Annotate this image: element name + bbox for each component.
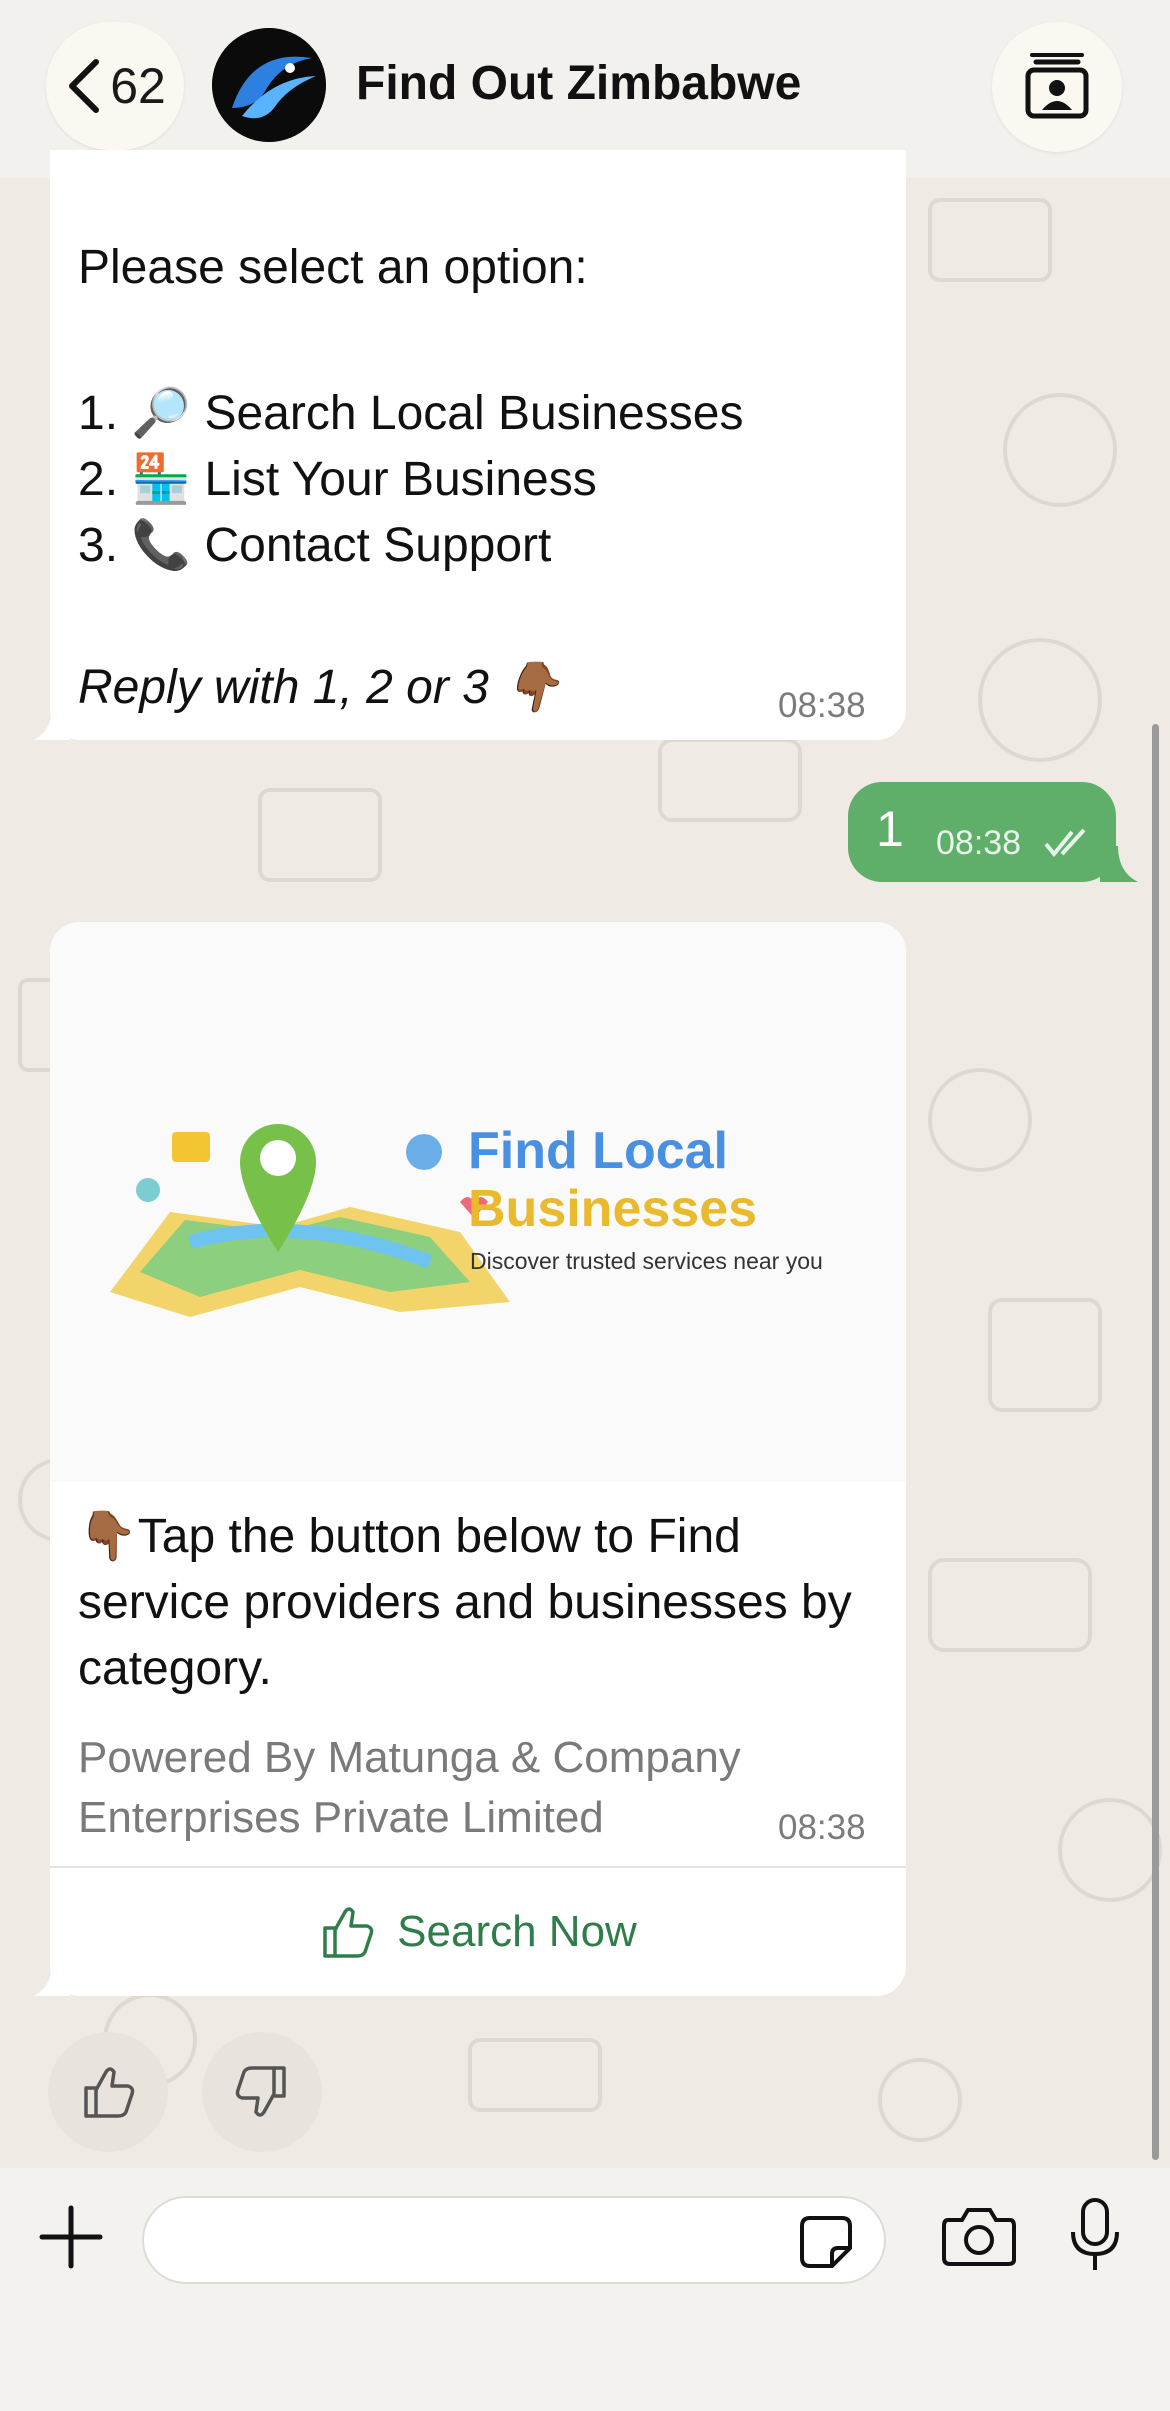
message-input[interactable]: [142, 2196, 886, 2284]
thumbs-up-icon: [84, 2067, 135, 2118]
camera-icon[interactable]: [942, 2204, 1016, 2268]
sticker-icon[interactable]: [798, 2214, 854, 2270]
contact-avatar[interactable]: [212, 28, 326, 142]
bubble-tail: [34, 1956, 70, 1996]
logo-icon: [212, 28, 326, 142]
banner-image[interactable]: Find Local Businesses Discover trusted s…: [50, 922, 906, 1482]
menu-option-2: 2. 🏪 List Your Business: [78, 453, 597, 506]
message-timestamp: 08:38: [936, 824, 1022, 862]
incoming-message-listing: Find Local Businesses Discover trusted s…: [50, 922, 906, 1996]
menu-prompt: Please select an option:: [78, 241, 588, 294]
message-timestamp: 08:38: [778, 686, 866, 725]
message-footer: Powered By Matunga & Company Enterprises…: [78, 1733, 741, 1842]
banner-title-line1: Find Local: [468, 1122, 728, 1180]
contact-card-icon: [1025, 53, 1089, 119]
plus-icon[interactable]: [36, 2202, 106, 2272]
message-text-input[interactable]: [174, 2216, 778, 2268]
banner-subtitle: Discover trusted services near you: [470, 1248, 823, 1274]
thumbs-up-icon: [323, 1907, 374, 1958]
message-composer: [0, 2168, 1170, 2411]
search-now-label: Search Now: [397, 1907, 637, 1956]
scrollbar[interactable]: [1152, 724, 1159, 2160]
outgoing-message-text: 1: [876, 801, 904, 857]
unread-count: 62: [110, 58, 166, 114]
map-pin-illustration: [110, 1124, 510, 1317]
contact-info-button[interactable]: [992, 22, 1122, 152]
menu-option-3: 3. 📞 Contact Support: [78, 519, 552, 572]
thumbs-down-reaction-button[interactable]: [202, 2032, 322, 2152]
microphone-icon[interactable]: [1068, 2198, 1122, 2272]
message-timestamp: 08:38: [778, 1808, 866, 1847]
thumbs-up-reaction-button[interactable]: [48, 2032, 168, 2152]
outgoing-message: 1 08:38: [848, 782, 1116, 882]
chat-title[interactable]: Find Out Zimbabwe: [356, 56, 801, 111]
menu-reply-hint: Reply with 1, 2 or 3 👇🏾: [78, 661, 562, 714]
bubble-tail: [34, 700, 70, 740]
incoming-message-menu: Please select an option: 1. 🔎 Search Loc…: [50, 150, 906, 740]
bubble-tail: [1100, 846, 1138, 882]
thumbs-down-icon: [235, 2066, 286, 2117]
back-button[interactable]: 62: [46, 22, 184, 150]
banner-title: Find Local Businesses: [468, 1122, 757, 1238]
double-check-icon: [1044, 828, 1086, 858]
chevron-left-icon: [69, 59, 100, 113]
menu-option-1: 1. 🔎 Search Local Businesses: [78, 387, 744, 440]
search-now-button[interactable]: Search Now: [50, 1868, 906, 1996]
banner-title-line2: Businesses: [468, 1180, 758, 1238]
message-caption: 👇🏾Tap the button below to Find service p…: [78, 1510, 852, 1695]
